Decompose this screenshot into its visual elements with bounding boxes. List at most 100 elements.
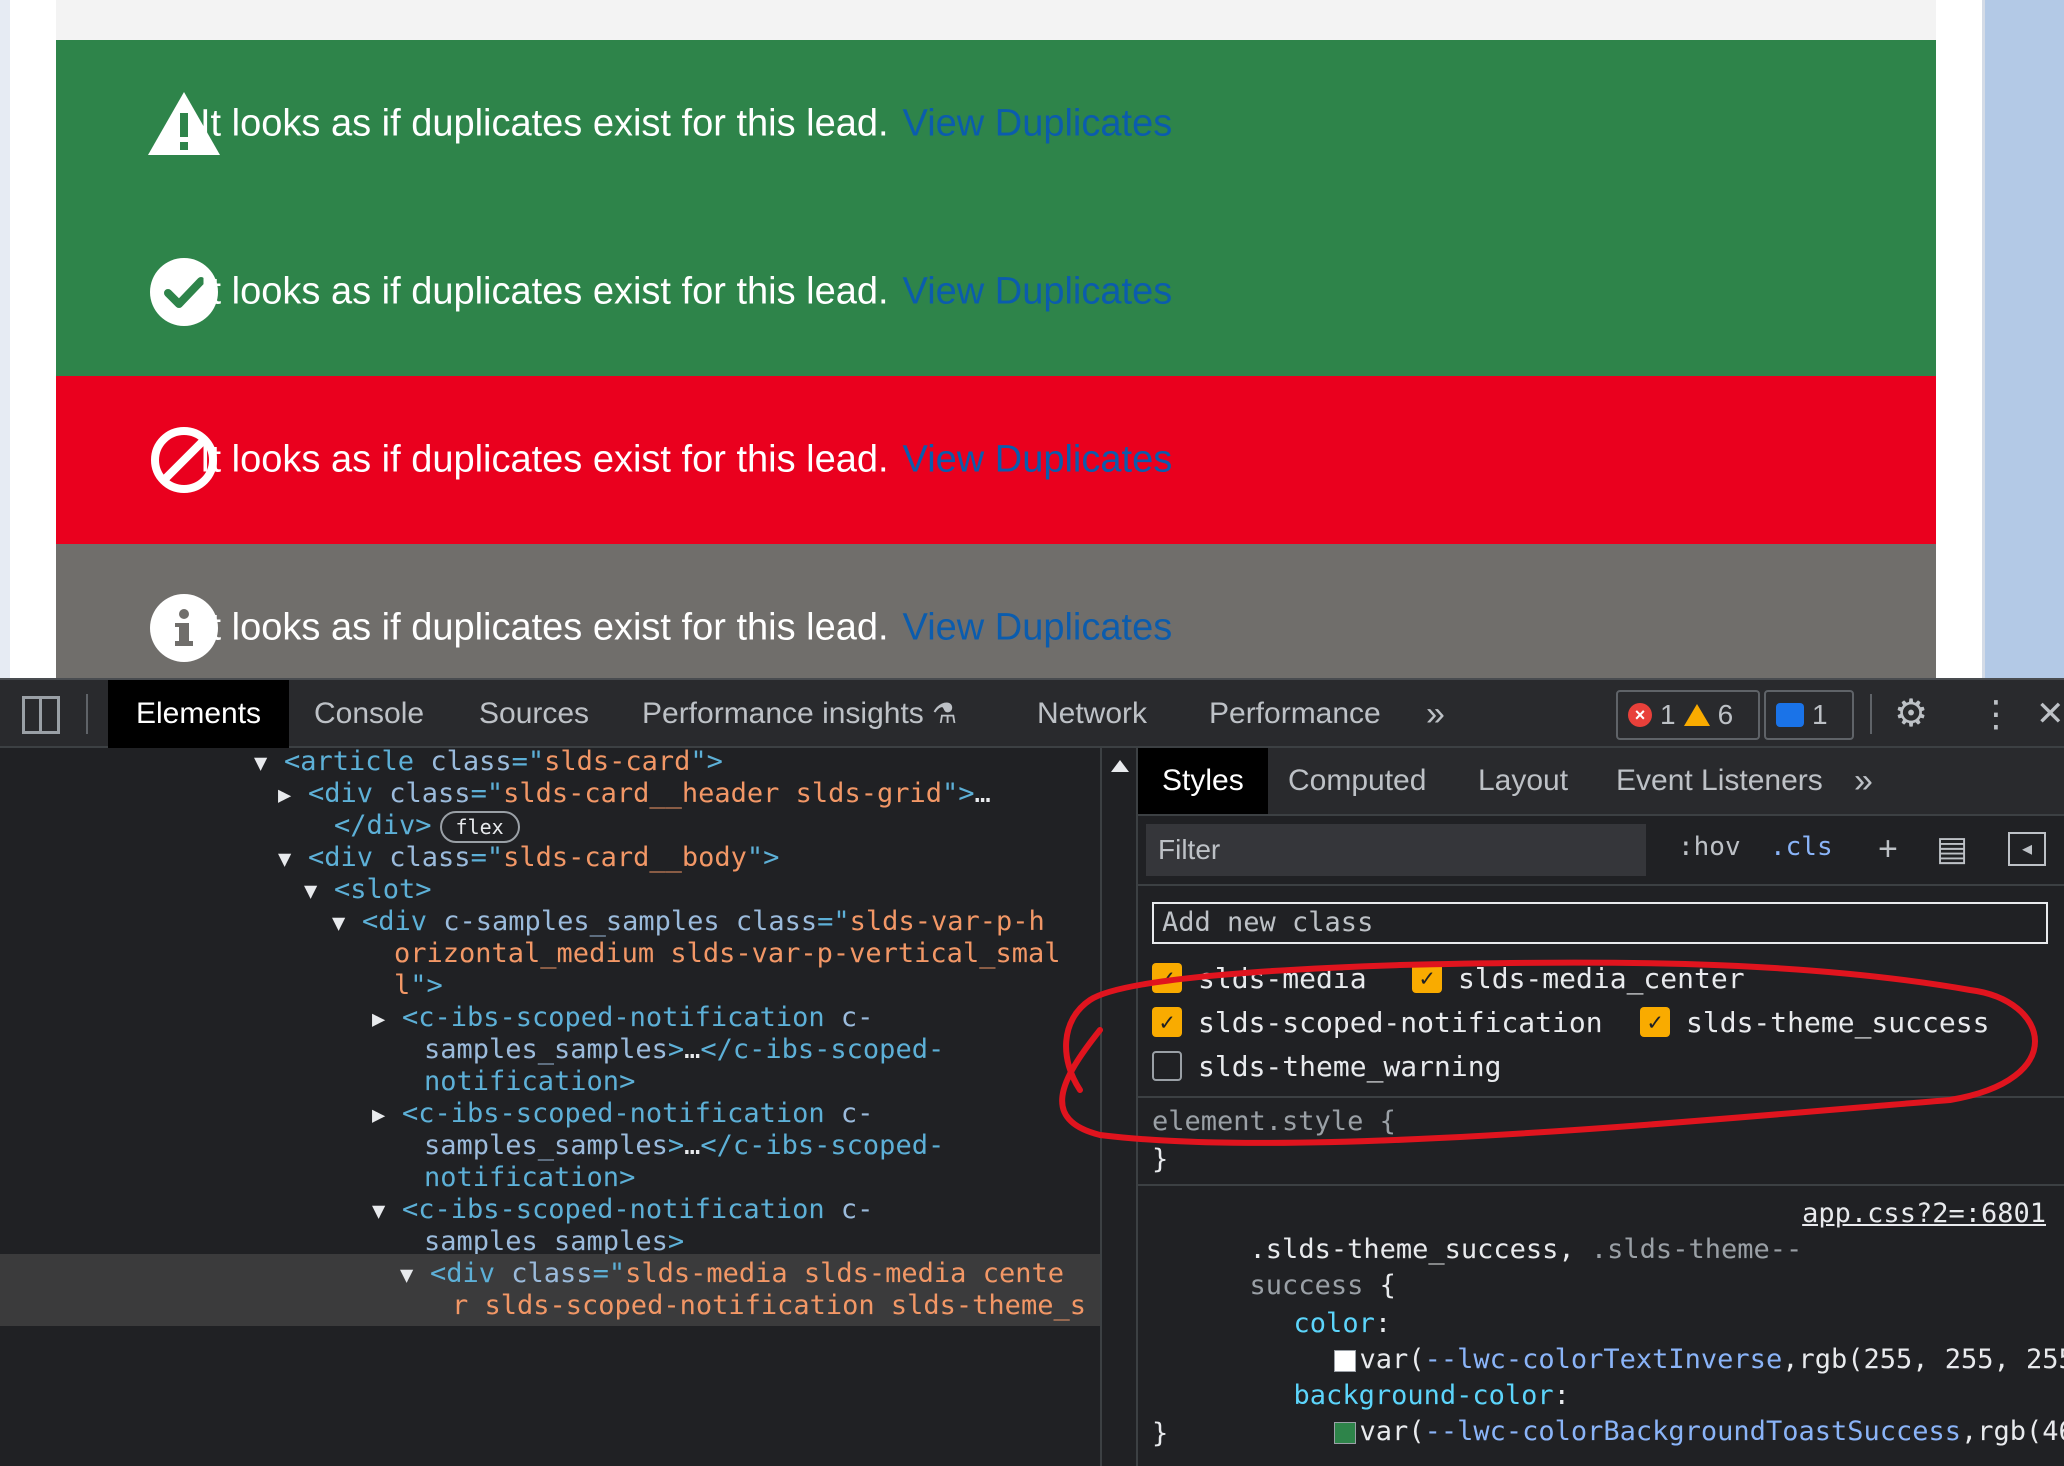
error-count: 1: [1660, 699, 1676, 730]
divider: [1138, 1096, 2064, 1098]
page-preview: It looks as if duplicates exist for this…: [0, 0, 2064, 678]
dom-token: >: [667, 1130, 685, 1161]
more-options-icon[interactable]: ⋮: [1978, 680, 2014, 748]
class-name: slds-scoped-notification: [1198, 1005, 1603, 1039]
divider: [1870, 694, 1872, 734]
view-duplicates-link[interactable]: View Duplicates: [903, 607, 1173, 649]
styles-toolbar: Filter :hov .cls + ▤ ◂: [1138, 816, 2064, 886]
notification-message: It looks as if duplicates exist for this…: [200, 606, 889, 649]
tab-layout[interactable]: Layout: [1478, 748, 1568, 814]
dom-token: </div>: [334, 810, 432, 841]
stylesheet-source-link[interactable]: app.css?2=:6801: [1802, 1196, 2046, 1232]
rule-selector-line[interactable]: .slds-theme_success, .slds-theme-- app.c…: [1152, 1196, 2052, 1265]
checkbox-checked-icon[interactable]: ✓: [1152, 963, 1182, 993]
rule-selector-alt: .slds-theme--: [1574, 1234, 1803, 1265]
more-tabs-icon[interactable]: »: [1426, 680, 1445, 748]
add-class-input[interactable]: Add new class: [1152, 902, 2048, 944]
device-toolbar-icon[interactable]: [22, 696, 60, 734]
issues-counter[interactable]: × 1 6: [1616, 690, 1760, 740]
dom-token: >: [667, 1226, 685, 1257]
divider: [86, 694, 88, 734]
dom-token: >: [667, 1034, 685, 1065]
dom-token: samples_samples: [424, 1226, 668, 1257]
view-duplicates-link[interactable]: View Duplicates: [903, 271, 1173, 313]
styles-subtabs: Styles Computed Layout Event Listeners »: [1138, 748, 2064, 816]
class-checkbox-slds-media-center[interactable]: ✓ slds-media_center: [1412, 958, 1745, 998]
dom-token: </c-ibs-scoped-: [700, 1130, 945, 1161]
message-count: 1: [1812, 699, 1828, 730]
dom-token: <div: [308, 778, 390, 809]
dom-token: =": [592, 1258, 626, 1289]
dom-token: c-: [840, 1002, 874, 1033]
dom-token: c-: [840, 1194, 874, 1225]
view-duplicates-link[interactable]: View Duplicates: [903, 439, 1173, 481]
tab-performance[interactable]: Performance: [1209, 680, 1381, 748]
messages-counter[interactable]: 1: [1764, 690, 1854, 740]
error-icon: ×: [1628, 703, 1652, 727]
checkbox-checked-icon[interactable]: ✓: [1640, 1007, 1670, 1037]
tab-styles[interactable]: Styles: [1138, 748, 1268, 814]
tab-console[interactable]: Console: [314, 680, 424, 748]
class-checkbox-slds-scoped-notification[interactable]: ✓ slds-scoped-notification: [1152, 1002, 1603, 1042]
toggle-sidebar-icon[interactable]: ◂: [2008, 832, 2046, 866]
checkbox-unchecked-icon[interactable]: [1152, 1051, 1182, 1081]
class-checkbox-slds-theme-warning[interactable]: slds-theme_warning: [1152, 1046, 1501, 1086]
element-style-selector[interactable]: element.style {: [1152, 1104, 1396, 1140]
checkbox-checked-icon[interactable]: ✓: [1152, 1007, 1182, 1037]
close-icon[interactable]: ✕: [2036, 680, 2064, 748]
tab-network[interactable]: Network: [1037, 680, 1147, 748]
dom-token: slds-card: [544, 748, 691, 777]
paint-brush-icon[interactable]: ▤: [1936, 832, 1968, 866]
class-toggle[interactable]: .cls: [1770, 832, 1833, 862]
notification-message: It looks as if duplicates exist for this…: [200, 102, 889, 145]
fallback-value: ,rgb(255, 255, 255));: [1782, 1344, 2064, 1375]
dom-node-line[interactable]: r slds-scoped-notification slds-theme_s: [0, 1286, 1100, 1326]
dom-token: ">: [410, 970, 443, 1001]
dom-token: ">: [690, 748, 723, 777]
styles-filter-input[interactable]: Filter: [1146, 824, 1646, 876]
dom-token: <c-ibs-scoped-notification: [402, 1098, 841, 1129]
tab-event-listeners[interactable]: Event Listeners: [1616, 748, 1823, 814]
dom-token: slds-card__body: [503, 842, 747, 873]
tab-performance-insights[interactable]: Performance insights: [642, 680, 924, 748]
tab-computed[interactable]: Computed: [1288, 748, 1426, 814]
dom-token: class: [389, 778, 471, 809]
dom-token: samples_samples: [424, 1034, 668, 1065]
tab-elements[interactable]: Elements: [108, 680, 290, 748]
scroll-up-icon[interactable]: [1111, 760, 1129, 772]
checkbox-checked-icon[interactable]: ✓: [1412, 963, 1442, 993]
devtools-panel: Elements Console Sources Performance ins…: [0, 678, 2064, 1466]
decl-bg-name[interactable]: background-color:: [1196, 1342, 1570, 1411]
tab-sources[interactable]: Sources: [479, 680, 589, 748]
divider: [1138, 1184, 2064, 1186]
dom-token: <slot>: [334, 874, 432, 905]
class-checkbox-slds-media[interactable]: ✓ slds-media: [1152, 958, 1367, 998]
class-checkbox-slds-theme-success[interactable]: ✓ slds-theme_success: [1640, 1002, 1989, 1042]
dom-token: <article: [284, 748, 431, 777]
dom-token: <div: [362, 906, 444, 937]
view-duplicates-link[interactable]: View Duplicates: [903, 103, 1173, 145]
dom-tree-scrollbar[interactable]: [1100, 748, 1136, 1466]
more-subtabs-icon[interactable]: »: [1854, 748, 1873, 814]
css-variable: --lwc-colorBackgroundToastSuccess: [1424, 1416, 1962, 1447]
dom-token: slds-card__header slds-grid: [503, 778, 942, 809]
dom-tree[interactable]: ▼ <article class="slds-card"> ▶ <div class=…: [0, 748, 1100, 1466]
dom-token: r slds-scoped-notification slds-theme_s: [452, 1290, 1086, 1321]
card-top: [56, 0, 1936, 40]
decl-bg-value[interactable]: var(--lwc-colorBackgroundToastSuccess,rg…: [1236, 1378, 2064, 1447]
dom-token: </c-ibs-scoped-: [700, 1034, 945, 1065]
dom-token: <c-ibs-scoped-notification: [402, 1194, 841, 1225]
close-brace: }: [1152, 1144, 1169, 1175]
settings-gear-icon[interactable]: ⚙: [1894, 680, 1928, 748]
new-rule-plus-icon[interactable]: +: [1878, 832, 1898, 866]
dom-token: class: [511, 1258, 593, 1289]
notification-warning: It looks as if duplicates exist for this…: [56, 40, 1936, 208]
color-swatch-icon[interactable]: [1333, 1421, 1356, 1444]
dom-token: ">: [941, 778, 975, 809]
notification-info: It looks as if duplicates exist for this…: [56, 544, 1936, 678]
hover-state-toggle[interactable]: :hov: [1678, 832, 1741, 862]
warning-count: 6: [1717, 699, 1734, 730]
dom-token: =": [511, 748, 545, 777]
decl-color-value[interactable]: var(--lwc-colorTextInverse,rgb(255, 255,…: [1236, 1306, 2064, 1375]
decl-color-name[interactable]: color:: [1196, 1270, 1392, 1339]
